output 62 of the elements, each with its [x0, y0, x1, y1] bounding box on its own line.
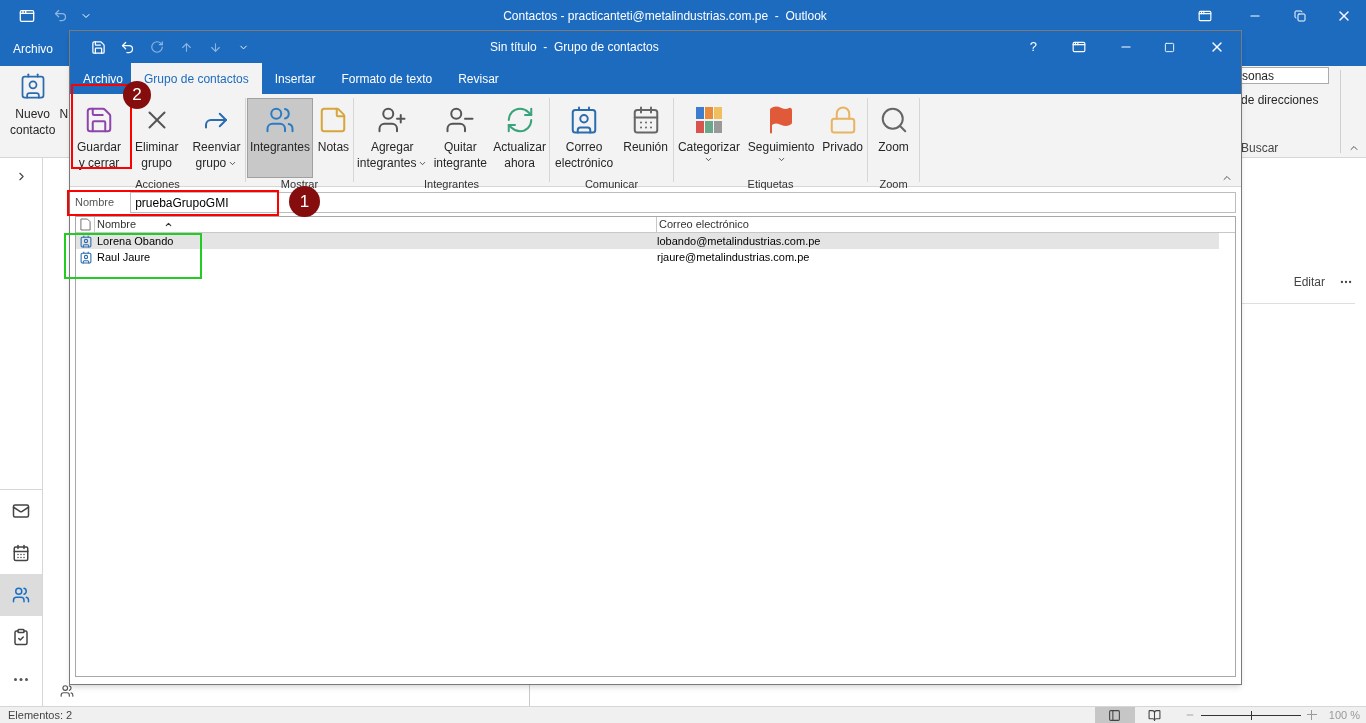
undo-icon[interactable]	[120, 39, 135, 55]
mail-icon	[12, 502, 30, 520]
group-label: Zoom	[878, 178, 909, 191]
group-label: Comunicar	[583, 178, 640, 191]
item-count: Elementos: 2	[8, 707, 73, 723]
group-label: Acciones	[134, 178, 181, 191]
field-label: Nombre	[75, 195, 115, 211]
search-field[interactable]: sonas	[1241, 67, 1329, 84]
contact-card-icon	[79, 250, 93, 264]
ribbon-button[interactable]: Notas	[314, 98, 353, 178]
ribbon-display-icon[interactable]	[1072, 40, 1086, 54]
ribbon-button[interactable]: Zoom	[875, 98, 912, 178]
normal-view-icon	[1108, 708, 1122, 722]
member-name: Lorena Obando	[97, 233, 175, 249]
ribbon-tab[interactable]: Archivo	[0, 39, 66, 58]
ribbon-button[interactable]: Correo electrónico	[552, 98, 617, 178]
window-title: Sin título - Grupo de contactos	[489, 39, 660, 56]
group-label: Etiquetas	[746, 178, 795, 191]
help-button[interactable]: ?	[1029, 37, 1037, 57]
contact-card-icon	[79, 234, 93, 248]
ribbon-tab[interactable]: Insertar	[261, 63, 329, 94]
clipboard-check-icon	[12, 628, 30, 646]
more-icon	[14, 677, 28, 681]
color-grid-icon	[693, 105, 724, 135]
ribbon-button[interactable]: Integrantes	[246, 98, 313, 178]
calendar-icon	[12, 544, 30, 562]
people-icon	[12, 586, 30, 604]
ribbon-button[interactable]: N	[57, 72, 71, 157]
reading-view-icon	[1148, 708, 1162, 722]
member-name: Raul Jaure	[97, 249, 152, 265]
ribbon-button[interactable]: Categorizar	[674, 98, 743, 178]
ribbon-tab[interactable]: Formato de texto	[328, 63, 446, 94]
person-plus-icon	[377, 105, 408, 135]
group-label: Integrantes	[422, 178, 480, 191]
group-label: Buscar	[1241, 140, 1280, 157]
person-minus-icon	[445, 105, 476, 135]
member-email: lobando@metalindustrias.com.pe	[657, 233, 821, 249]
maximize-icon[interactable]	[1164, 41, 1175, 53]
people-icon	[264, 105, 295, 135]
address-book-link[interactable]: de direcciones	[1241, 91, 1333, 109]
ribbon-button[interactable]: Actualizar ahora	[490, 98, 549, 178]
ribbon-button[interactable]: Seguimiento	[744, 98, 818, 178]
ribbon-button[interactable]: Reunión	[620, 98, 671, 178]
ribbon-button[interactable]: Privado	[819, 98, 867, 178]
zoom-slider[interactable]	[1200, 710, 1301, 720]
column-header[interactable]: Nombre	[94, 217, 656, 232]
member-email: rjaure@metalindustrias.com.pe	[657, 249, 810, 265]
ribbon-button[interactable]: Agregar integrantes	[354, 98, 431, 178]
save-icon[interactable]	[91, 39, 106, 55]
edit-link[interactable]: Editar	[1293, 273, 1325, 291]
ribbon-display-icon[interactable]	[1198, 8, 1212, 23]
restore-icon[interactable]	[1294, 9, 1306, 22]
ribbon-button[interactable]: Nuevo contacto	[8, 72, 58, 157]
ribbon-button[interactable]: Quitar integrante	[430, 98, 491, 178]
member-row[interactable]: Lorena Obando lobando@metalindustrias.com.pe	[76, 233, 1219, 249]
ribbon-button[interactable]: Reenviar grupo	[189, 98, 244, 178]
window-title: Contactos - practicanteti@metalindustrias.com.pe - Outlook	[502, 7, 828, 25]
view-button[interactable]	[1094, 706, 1135, 723]
column-header[interactable]: Correo electrónico	[656, 217, 1219, 232]
document-icon	[80, 218, 91, 231]
member-row[interactable]: Raul Jaure rjaure@metalindustrias.com.pe	[76, 249, 1219, 265]
ribbon-tab[interactable]: Revisar	[445, 63, 512, 94]
